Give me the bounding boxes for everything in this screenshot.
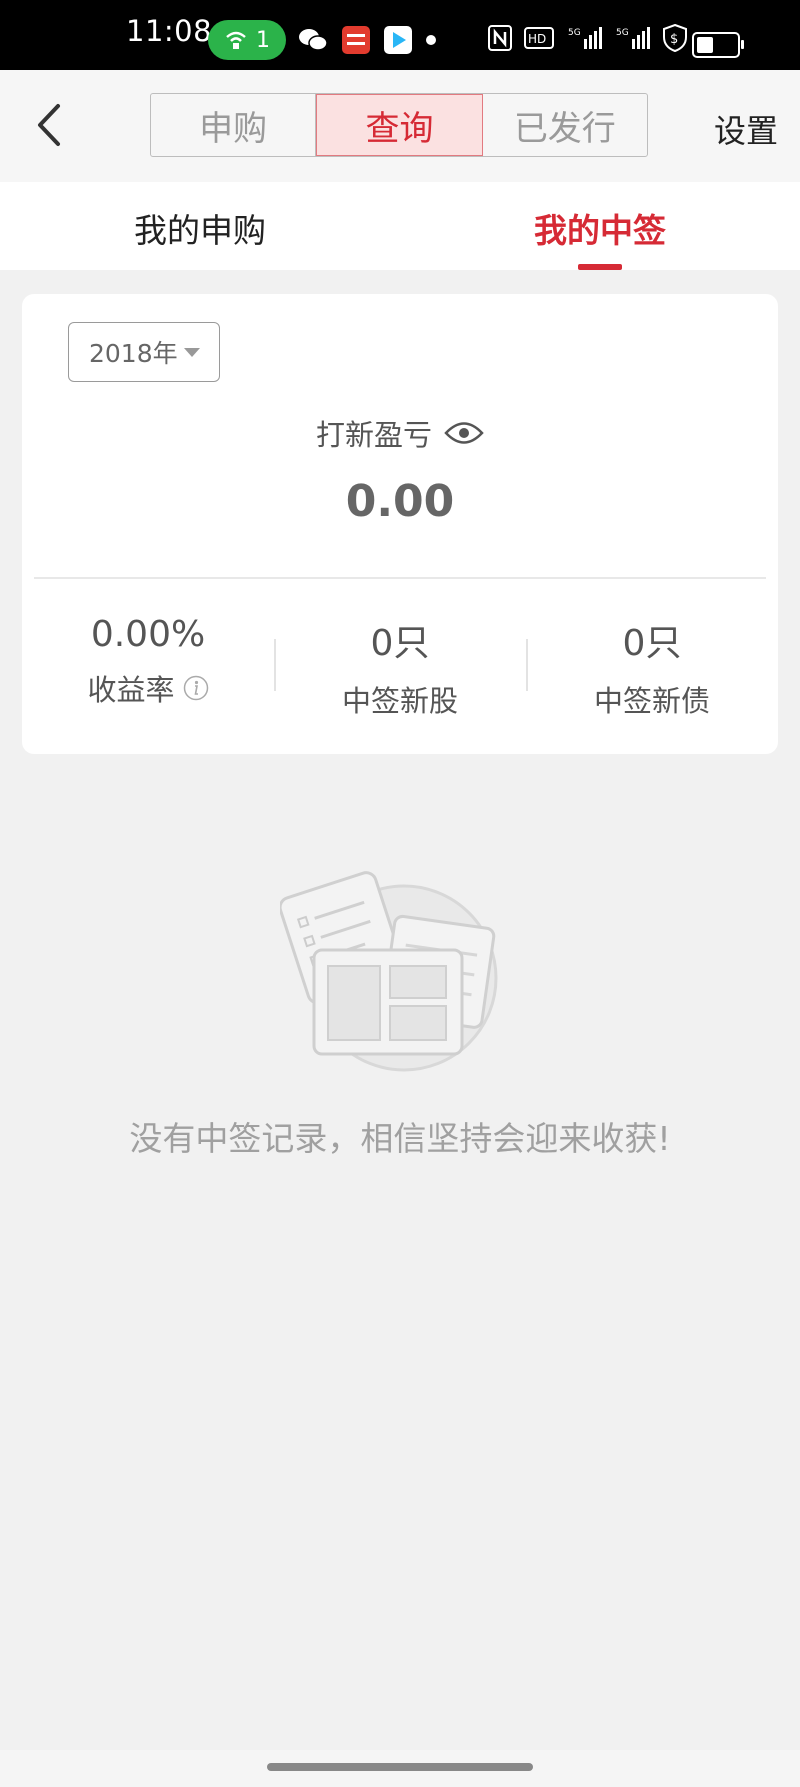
video-app-icon: [384, 26, 412, 54]
shield-icon: $: [663, 24, 687, 52]
stat-new-stocks: 0只 中签新股: [274, 614, 526, 720]
stat-new-bonds-label: 中签新债: [593, 684, 710, 718]
status-time: 11:08: [126, 14, 213, 48]
stat-yield-label: 收益率: [87, 673, 175, 707]
info-icon[interactable]: [183, 675, 209, 701]
segmented-control: 申购 查询 已发行: [150, 93, 648, 157]
stat-yield-value: 0.00%: [90, 614, 206, 655]
sub-tabs: 我的申购 我的中签: [0, 182, 800, 270]
svg-text:$: $: [670, 32, 678, 47]
notification-icons: [298, 26, 436, 54]
pingan-app-icon: [342, 26, 370, 54]
system-icons: HD 5G 5G $: [488, 24, 688, 52]
stat-new-bonds-value: 0只: [622, 623, 682, 664]
pl-label: 打新盈亏: [315, 418, 432, 452]
svg-text:HD: HD: [528, 32, 546, 46]
stat-new-bonds: 0只 中签新债: [526, 614, 778, 720]
top-navigation: 申购 查询 已发行 设置: [0, 70, 800, 182]
tab-my-winnings[interactable]: 我的中签: [534, 204, 666, 252]
stat-yield: 0.00% 收益率: [22, 614, 274, 709]
svg-text:5G: 5G: [568, 28, 581, 38]
signal-icon-2: 5G: [616, 27, 650, 49]
wechat-icon: [299, 29, 328, 51]
year-dropdown[interactable]: 2018年: [68, 322, 220, 382]
stat-yield-label-row: 收益率: [22, 667, 274, 709]
pl-label-row: 打新盈亏: [22, 412, 778, 454]
pl-value: 0.00: [345, 476, 455, 527]
back-arrow-icon[interactable]: [30, 100, 70, 150]
stat-new-stocks-value: 0只: [370, 623, 430, 664]
svg-text:5G: 5G: [616, 28, 629, 38]
stat-new-stocks-label: 中签新股: [341, 684, 458, 718]
settings-button[interactable]: 设置: [714, 106, 778, 152]
dropdown-caret-icon: [183, 347, 200, 357]
segment-query[interactable]: 查询: [316, 94, 483, 156]
battery-icon: [692, 32, 744, 58]
empty-state-message: 没有中签记录，相信坚持会迎来收获!: [129, 1119, 671, 1158]
tab-my-subscriptions[interactable]: 我的申购: [134, 204, 266, 252]
wifi-hotspot-icon: [226, 31, 246, 49]
summary-card: 2018年 打新盈亏 0.00 0.00% 收益率 0只 中签新股 0只 中签新…: [22, 294, 778, 754]
segment-subscribe[interactable]: 申购: [151, 94, 317, 156]
dot-icon: [426, 35, 436, 45]
divider: [34, 577, 766, 579]
segment-issued[interactable]: 已发行: [483, 94, 647, 156]
eye-icon[interactable]: [444, 420, 484, 446]
hotspot-count: 1: [256, 27, 270, 53]
year-value: 2018年: [89, 339, 178, 368]
status-bar: 11:08 1 HD 5G 5G $: [0, 0, 800, 70]
home-indicator[interactable]: [267, 1763, 533, 1771]
hd-icon: HD: [524, 27, 554, 49]
nfc-icon: [488, 25, 512, 51]
hotspot-badge: 1: [208, 20, 286, 60]
active-tab-indicator: [578, 264, 622, 270]
empty-documents-illustration: [280, 871, 498, 1072]
signal-icon: 5G: [568, 27, 602, 49]
